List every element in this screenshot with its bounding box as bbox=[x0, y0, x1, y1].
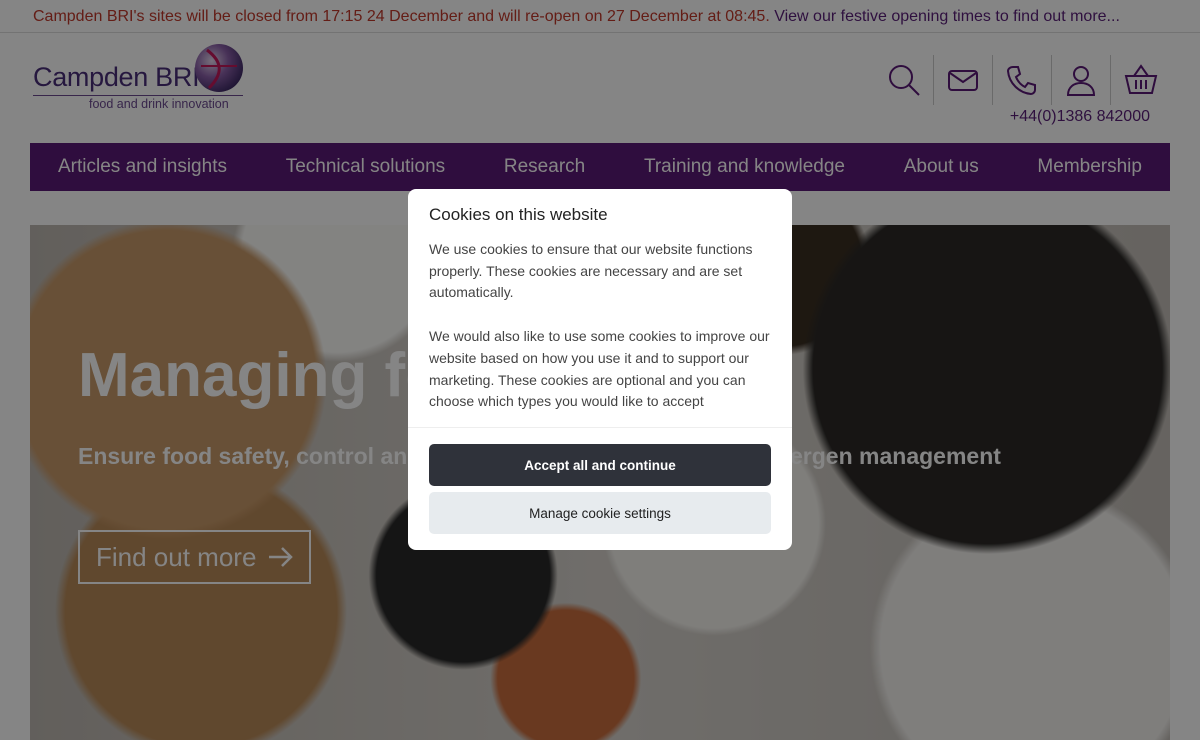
cookie-dialog-title: Cookies on this website bbox=[429, 205, 608, 224]
cookie-paragraph-optional: We would also like to use some cookies t… bbox=[429, 328, 770, 410]
cookie-dialog-body: We use cookies to ensure that our websit… bbox=[429, 239, 774, 413]
cookie-paragraph-necessary: We use cookies to ensure that our websit… bbox=[429, 241, 753, 301]
cookie-dialog-divider bbox=[408, 427, 792, 428]
cookie-consent-dialog: Cookies on this website We use cookies t… bbox=[408, 189, 792, 550]
accept-all-button[interactable]: Accept all and continue bbox=[429, 444, 771, 486]
manage-cookies-button[interactable]: Manage cookie settings bbox=[429, 492, 771, 534]
